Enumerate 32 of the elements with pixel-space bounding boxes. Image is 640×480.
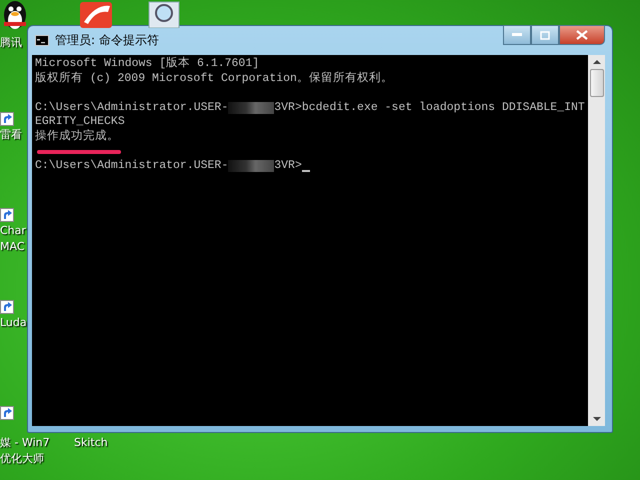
icon-label[interactable]: 腾讯 <box>0 36 22 50</box>
redacted-block <box>228 160 274 172</box>
icon-label[interactable]: 雷看 <box>0 128 22 142</box>
console-line: C:\Users\Administrator.USER- <box>35 159 228 174</box>
maximize-icon <box>540 30 550 40</box>
scroll-up-icon[interactable] <box>592 59 600 65</box>
magnifier-icon[interactable] <box>146 0 182 28</box>
icon-label[interactable]: Luda <box>0 316 27 330</box>
icon-label[interactable]: 媒 - Win7 <box>0 436 50 450</box>
icon-label[interactable]: 优化大师 <box>0 452 44 466</box>
icon-label[interactable]: MAC <box>0 240 25 254</box>
maximize-button[interactable] <box>531 25 559 45</box>
redacted-block <box>228 102 274 114</box>
scroll-down-icon[interactable] <box>592 416 600 422</box>
console-line: 操作成功完成。 <box>35 130 120 145</box>
window-title: 管理员: 命令提示符 <box>55 32 159 49</box>
close-icon <box>576 30 588 40</box>
close-button[interactable] <box>559 25 605 45</box>
icon-label[interactable]: Char <box>0 224 26 238</box>
scrollbar-thumb[interactable] <box>590 69 604 97</box>
console-line: EGRITY_CHECKS <box>35 115 126 129</box>
app-icon[interactable] <box>78 0 114 28</box>
console-line: Microsoft Windows [版本 6.1.7601] <box>35 57 260 72</box>
console-line: 3VR> <box>274 159 302 174</box>
minimize-button[interactable] <box>503 25 531 45</box>
console-icon <box>35 35 49 46</box>
icon-label[interactable]: Skitch <box>74 436 108 450</box>
console-line: 版权所有 (c) 2009 Microsoft Corporation。保留所有权利。 <box>35 72 394 86</box>
console-line: C:\Users\Administrator.USER- <box>35 100 228 116</box>
scrollbar[interactable] <box>588 55 605 426</box>
console-line: 3VR>bcdedit.exe -set loadoptions DDISABLE_INT <box>274 100 585 116</box>
minimize-icon <box>512 33 522 37</box>
